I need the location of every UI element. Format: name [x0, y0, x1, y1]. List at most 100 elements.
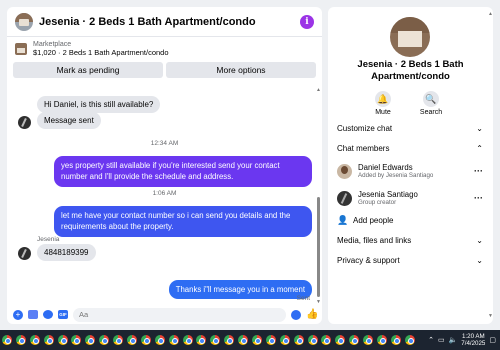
incoming-message: Hi Daniel, is this still available? [37, 96, 161, 113]
scroll-thumb[interactable] [317, 197, 320, 297]
chrome-icon[interactable] [154, 335, 165, 345]
chrome-icon[interactable] [349, 335, 360, 345]
chrome-icon[interactable] [307, 335, 318, 345]
incoming-message: 4848189399 [37, 244, 96, 261]
media-files-links-section[interactable]: Media, files and links ⌄ [337, 236, 483, 245]
chevron-up-icon[interactable]: ⌃ [428, 336, 434, 344]
chrome-icon[interactable] [99, 335, 110, 345]
chat-title[interactable]: Jesenia · 2 Beds 1 Bath Apartment/condo [39, 16, 300, 28]
more-options-icon[interactable]: ··· [474, 193, 483, 203]
chrome-icon[interactable] [57, 335, 68, 345]
more-options-icon[interactable]: ··· [474, 166, 483, 176]
member-name: Daniel Edwards [358, 163, 413, 172]
chrome-icon[interactable] [182, 335, 193, 345]
search-icon: 🔍 [423, 91, 439, 107]
chrome-icon[interactable] [15, 335, 26, 345]
chrome-icon[interactable] [363, 335, 374, 345]
gif-icon[interactable]: GIF [58, 310, 68, 319]
chrome-icon[interactable] [224, 335, 235, 345]
chrome-icon[interactable] [2, 335, 12, 345]
customize-chat-label: Customize chat [337, 124, 393, 133]
chrome-icon[interactable] [321, 335, 332, 345]
conversation-avatar [390, 17, 430, 57]
chrome-icon[interactable] [404, 335, 415, 345]
incoming-message: Message sent [37, 112, 101, 129]
chrome-icon[interactable] [43, 335, 54, 345]
listing-price-title: $1,020 · 2 Beds 1 Bath Apartment/condo [33, 47, 169, 57]
scroll-up-arrow-icon[interactable]: ▲ [488, 11, 493, 17]
chrome-icon[interactable] [127, 335, 138, 345]
info-icon[interactable]: i [300, 14, 314, 29]
display-icon[interactable]: ▭ [438, 336, 445, 344]
speaker-icon[interactable]: 🔈 [449, 336, 458, 344]
conversation-title: Jesenia · 2 Beds 1 Bath Apartment/condo [357, 59, 464, 82]
chrome-icon[interactable] [238, 335, 249, 345]
chrome-icon[interactable] [210, 335, 221, 345]
sticker-icon[interactable] [43, 310, 53, 319]
chat-members-label: Chat members [337, 144, 390, 153]
chat-members-section[interactable]: Chat members ⌃ [337, 144, 483, 153]
chevron-down-icon: ⌄ [476, 256, 483, 265]
member-row[interactable]: Daniel Edwards Added by Jesenia Santiago… [337, 163, 483, 180]
thumbs-up-icon[interactable]: 👍 [306, 309, 318, 320]
chrome-icon[interactable] [71, 335, 82, 345]
add-people-label: Add people [353, 215, 394, 225]
taskbar: ⌃ ▭ 🔈 1:20 AM 7/4/2025 ▢ [0, 330, 500, 350]
sender-name: Jesenia [37, 236, 60, 243]
chrome-icon[interactable] [335, 335, 346, 345]
outgoing-message: Thanks i"ll message you in a moment [168, 280, 312, 300]
sidebar-scrollbar[interactable]: ▲ ▼ [488, 11, 493, 319]
chrome-icon[interactable] [293, 335, 304, 345]
clock-time: 1:20 AM [461, 332, 485, 340]
search-label: Search [419, 109, 443, 116]
customize-chat-section[interactable]: Customize chat ⌄ [337, 124, 483, 133]
listing-avatar[interactable] [15, 12, 33, 31]
member-row[interactable]: Jesenia Santiago Group creator ··· [337, 190, 483, 207]
chrome-icon[interactable] [113, 335, 124, 345]
media-files-links-label: Media, files and links [337, 236, 412, 245]
sent-status: Sent [296, 295, 310, 302]
chrome-icon[interactable] [265, 335, 276, 345]
plus-icon[interactable]: + [13, 309, 23, 320]
composer: + GIF 👍 [7, 305, 322, 324]
message-input[interactable] [73, 307, 286, 322]
chrome-icon[interactable] [168, 335, 179, 345]
timestamp: 1:06 AM [152, 190, 177, 197]
chrome-icon[interactable] [279, 335, 290, 345]
chrome-icon[interactable] [377, 335, 388, 345]
mark-pending-button[interactable]: Mark as pending [13, 62, 163, 78]
photo-icon[interactable] [28, 310, 38, 319]
marketplace-listing[interactable]: Marketplace $1,020 · 2 Beds 1 Bath Apart… [7, 37, 322, 61]
chrome-icon[interactable] [390, 335, 401, 345]
message-list[interactable]: Hi Daniel, is this still available? Mess… [7, 87, 322, 305]
add-people-button[interactable]: 👤 Add people [337, 215, 393, 225]
notifications-icon[interactable]: ▢ [489, 336, 496, 344]
mute-button[interactable]: 🔔 Mute [368, 91, 398, 116]
add-person-icon: 👤 [337, 215, 349, 225]
member-name: Jesenia Santiago [358, 190, 418, 199]
message-scrollbar[interactable]: ▲ ▼ [316, 87, 321, 305]
scroll-up-arrow-icon[interactable]: ▲ [316, 87, 321, 93]
chrome-icon[interactable] [252, 335, 263, 345]
member-subtitle: Added by Jesenia Santiago [358, 172, 434, 180]
chrome-icon[interactable] [196, 335, 207, 345]
more-options-button[interactable]: More options [166, 62, 316, 78]
chrome-icon[interactable] [29, 335, 40, 345]
taskbar-apps [2, 335, 419, 345]
chrome-icon[interactable] [140, 335, 151, 345]
listing-thumbnail [15, 43, 27, 55]
avatar [337, 190, 352, 206]
scroll-down-arrow-icon[interactable]: ▼ [488, 313, 493, 319]
privacy-support-section[interactable]: Privacy & support ⌄ [337, 256, 483, 265]
chat-panel: Jesenia · 2 Beds 1 Bath Apartment/condo … [7, 7, 322, 324]
search-button[interactable]: 🔍 Search [416, 91, 446, 116]
outgoing-message: let me have your contact number so i can… [54, 206, 312, 237]
sender-avatar [18, 247, 31, 260]
privacy-support-label: Privacy & support [337, 256, 400, 265]
timestamp: 12:34 AM [150, 140, 179, 147]
chrome-icon[interactable] [85, 335, 96, 345]
emoji-icon[interactable] [291, 309, 301, 320]
chevron-down-icon: ⌄ [476, 124, 483, 133]
clock[interactable]: 1:20 AM 7/4/2025 [461, 333, 485, 348]
outgoing-message: yes property still available if you're i… [54, 156, 312, 187]
